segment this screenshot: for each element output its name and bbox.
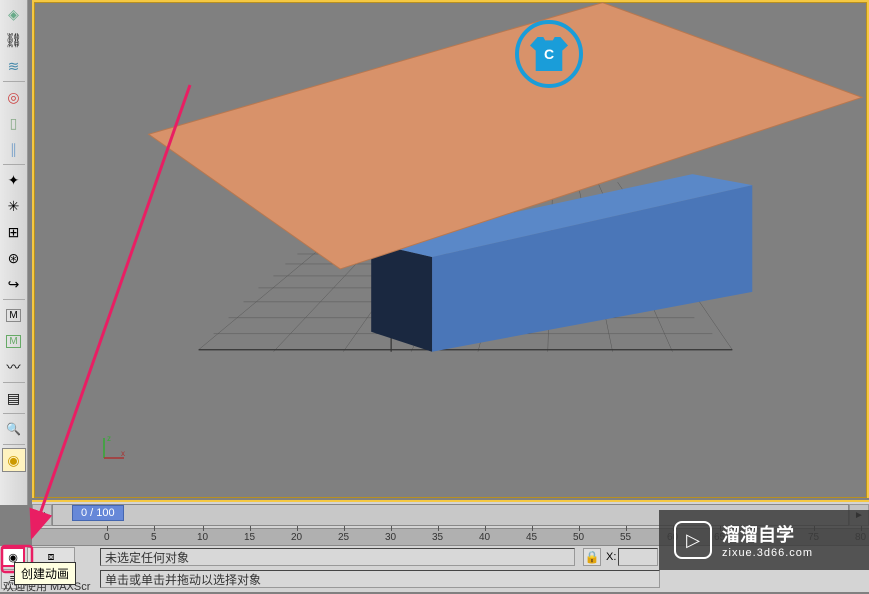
svg-text:x: x [121, 449, 125, 458]
svg-text:z: z [107, 434, 111, 443]
axis-gizmo: z x [99, 433, 129, 463]
document-icon[interactable]: ▤ [2, 386, 26, 410]
crosshair-icon[interactable]: ✳ [2, 194, 26, 218]
play-icon: ▷ [674, 521, 712, 559]
watermark-title: 溜溜自学 [722, 521, 813, 547]
lock-icon[interactable]: 🔒 [583, 548, 601, 566]
perspective-viewport[interactable]: z x [32, 0, 869, 498]
wheel-icon[interactable]: ⊛ [2, 246, 26, 270]
mesh-m2-icon[interactable]: M [2, 329, 26, 353]
watermark: ▷ 溜溜自学 zixue.3d66.com [659, 510, 869, 570]
scene-3d [34, 2, 867, 498]
watermark-text: 溜溜自学 zixue.3d66.com [722, 521, 813, 559]
left-toolbar: ◈ ⛓ ≋ ◎ ▯ ∥ ✦ ✳ ⊞ ⊛ ↪ M M 〰 ▤ 🔍 ◉ [0, 0, 28, 505]
tick-35: 35 [432, 532, 443, 543]
tick-45: 45 [526, 532, 537, 543]
tick-55: 55 [620, 532, 631, 543]
hook-icon[interactable]: ↪ [2, 272, 26, 296]
zoom-icon[interactable]: 🔍 [2, 417, 26, 441]
tick-20: 20 [291, 532, 302, 543]
selection-status [100, 548, 575, 566]
tick-15: 15 [244, 532, 255, 543]
spline-icon[interactable]: 〰 [2, 355, 26, 379]
tick-50: 50 [573, 532, 584, 543]
frame-indicator[interactable]: 0 / 100 [72, 505, 124, 521]
tick-40: 40 [479, 532, 490, 543]
tooltip: 创建动画 [14, 562, 76, 585]
tick-25: 25 [338, 532, 349, 543]
render-icon[interactable]: ◉ [2, 448, 26, 472]
vertex-icon[interactable]: ◈ [2, 2, 26, 26]
pipe-icon[interactable]: ∥ [2, 137, 26, 161]
tick-5: 5 [151, 532, 157, 543]
wave-icon[interactable]: ≋ [2, 54, 26, 78]
grid-icon[interactable]: ⊞ [2, 220, 26, 244]
coord-x-input[interactable] [618, 548, 658, 566]
chain-icon[interactable]: ⛓ [2, 28, 26, 52]
watermark-url: zixue.3d66.com [722, 547, 813, 559]
shirt-icon: C [530, 37, 568, 71]
tick-10: 10 [197, 532, 208, 543]
tick-30: 30 [385, 532, 396, 543]
ring-icon[interactable]: ◎ [2, 85, 26, 109]
tick-0: 0 [104, 532, 110, 543]
axis-icon[interactable]: ✦ [2, 168, 26, 192]
mesh-m-icon[interactable]: M [2, 303, 26, 327]
cloth-marker[interactable]: C [515, 20, 583, 88]
cloth-marker-label: C [544, 46, 554, 62]
prompt-status [100, 570, 660, 588]
slider-prev-button[interactable]: ◄ [32, 504, 52, 526]
coord-x-label: X: [604, 551, 618, 563]
box-icon[interactable]: ▯ [2, 111, 26, 135]
